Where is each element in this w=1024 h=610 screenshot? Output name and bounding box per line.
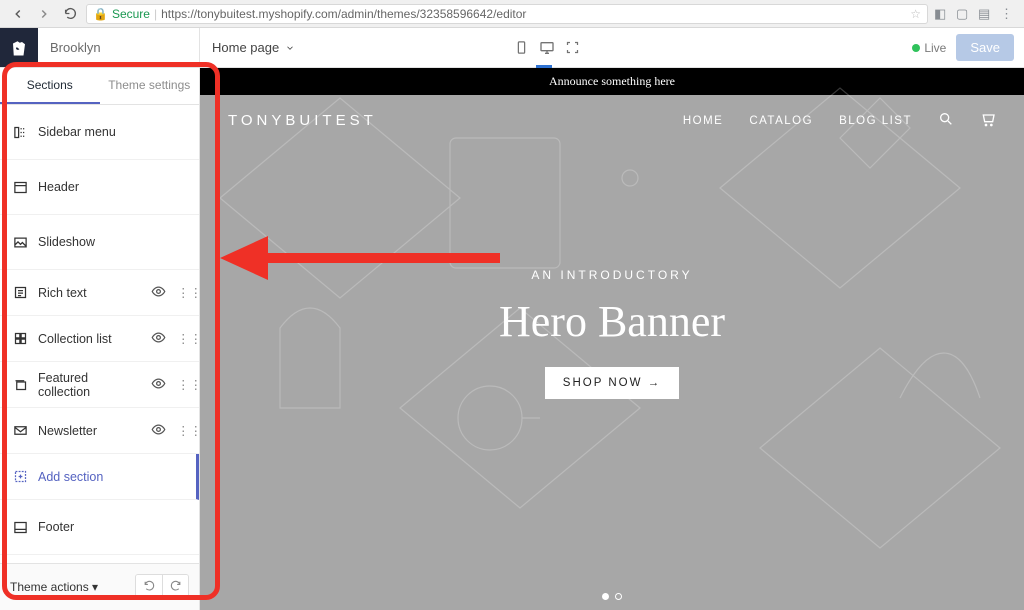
url-text: https://tonybuitest.myshopify.com/admin/… [161, 7, 526, 21]
sidebar: Sections Theme settings Sidebar menu Hea… [0, 68, 200, 610]
section-header[interactable]: Header [0, 160, 199, 215]
drag-handle-icon[interactable]: ⋮⋮ [177, 285, 187, 300]
mail-icon [12, 423, 28, 439]
section-sidebar-menu[interactable]: Sidebar menu [0, 105, 199, 160]
address-bar[interactable]: 🔒 Secure | https://tonybuitest.myshopify… [86, 4, 928, 24]
section-add-section[interactable]: Add section [0, 454, 199, 500]
section-footer[interactable]: Footer [0, 500, 199, 555]
section-collection-list[interactable]: Collection list ⋮⋮ [0, 316, 199, 362]
redo-button[interactable] [162, 575, 188, 599]
drag-handle-icon[interactable]: ⋮⋮ [177, 331, 187, 346]
section-newsletter[interactable]: Newsletter ⋮⋮ [0, 408, 199, 454]
dot-2[interactable] [615, 593, 622, 600]
eye-icon[interactable] [151, 376, 167, 394]
eye-icon[interactable] [151, 422, 167, 440]
desktop-view-icon[interactable] [539, 40, 555, 56]
save-button[interactable]: Save [956, 34, 1014, 61]
section-label: Newsletter [38, 424, 141, 438]
lock-icon: 🔒 [93, 7, 108, 21]
extension-icon[interactable]: ◧ [934, 6, 950, 22]
section-label: Rich text [38, 286, 141, 300]
stack-icon [12, 377, 28, 393]
extension-icon[interactable]: ▤ [978, 6, 994, 22]
eye-icon[interactable] [151, 330, 167, 348]
dot-1[interactable] [602, 593, 609, 600]
text-icon [12, 285, 28, 301]
sidebar-icon [12, 124, 28, 140]
hero-section: AN INTRODUCTORY Hero Banner SHOP NOW → [200, 268, 1024, 399]
image-icon [12, 234, 28, 250]
undo-button[interactable] [136, 575, 162, 599]
slideshow-dots [602, 593, 622, 600]
forward-button[interactable] [34, 4, 54, 24]
fullscreen-icon[interactable] [565, 40, 580, 55]
drag-handle-icon[interactable]: ⋮⋮ [177, 377, 187, 392]
back-button[interactable] [8, 4, 28, 24]
preview-pane: Announce something here TONYBUITEST HOME… [200, 68, 1024, 610]
section-list: Sidebar menu Header Slideshow Rich text … [0, 105, 199, 563]
section-label: Header [38, 180, 187, 194]
section-slideshow[interactable]: Slideshow [0, 215, 199, 270]
section-label: Footer [38, 520, 187, 534]
reload-button[interactable] [60, 4, 80, 24]
caret-down-icon: ▾ [92, 580, 98, 594]
grid-icon [12, 331, 28, 347]
hero-cta-button[interactable]: SHOP NOW → [545, 367, 679, 399]
header-icon [12, 179, 28, 195]
secure-label: Secure [112, 7, 150, 21]
page-selector[interactable]: Home page [212, 40, 295, 55]
star-icon[interactable]: ☆ [910, 7, 921, 21]
hero-kicker: AN INTRODUCTORY [200, 268, 1024, 282]
theme-actions-dropdown[interactable]: Theme actions ▾ [10, 580, 98, 594]
drag-handle-icon[interactable]: ⋮⋮ [177, 423, 187, 438]
hero-title: Hero Banner [200, 296, 1024, 347]
extension-icon[interactable]: ▢ [956, 6, 972, 22]
section-label: Collection list [38, 332, 141, 346]
shopify-logo[interactable] [0, 28, 38, 67]
editor-topbar: Brooklyn Home page Live Save [0, 28, 1024, 68]
theme-name: Brooklyn [38, 28, 200, 67]
section-rich-text[interactable]: Rich text ⋮⋮ [0, 270, 199, 316]
plus-icon [12, 469, 28, 485]
page-selector-label: Home page [212, 40, 279, 55]
section-label: Slideshow [38, 235, 187, 249]
section-label: Sidebar menu [38, 125, 187, 139]
tab-sections[interactable]: Sections [0, 68, 100, 104]
eye-icon[interactable] [151, 284, 167, 302]
sidebar-footer: Theme actions ▾ [0, 563, 199, 610]
chevron-down-icon [285, 43, 295, 53]
section-featured-collection[interactable]: Featured collection ⋮⋮ [0, 362, 199, 408]
footer-icon [12, 519, 28, 535]
section-label: Featured collection [38, 371, 141, 399]
browser-chrome: 🔒 Secure | https://tonybuitest.myshopify… [0, 0, 1024, 28]
mobile-view-icon[interactable] [514, 40, 529, 55]
section-label: Add section [38, 470, 184, 484]
live-status: Live [912, 40, 946, 55]
tab-theme-settings[interactable]: Theme settings [100, 68, 200, 104]
menu-icon[interactable]: ⋮ [1000, 6, 1016, 22]
